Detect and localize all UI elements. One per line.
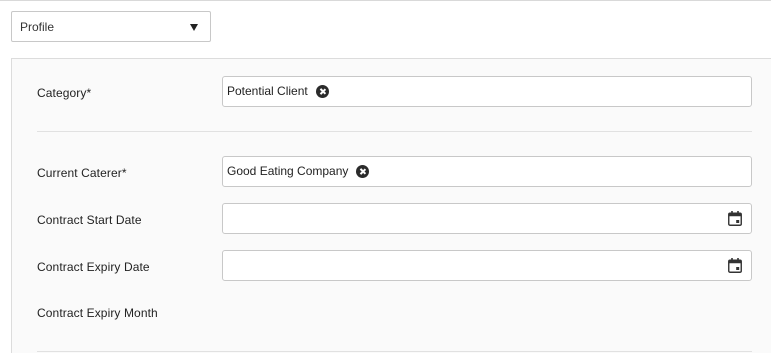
page: Profile Category* Potential Client Curre…: [0, 0, 771, 353]
contract-start-date-label: Contract Start Date: [37, 213, 142, 227]
contract-expiry-date-input[interactable]: [222, 250, 752, 281]
view-select-dropdown[interactable]: Profile: [11, 11, 211, 42]
clear-icon[interactable]: [356, 164, 370, 178]
current-caterer-chip-text: Good Eating Company: [227, 164, 349, 178]
clear-icon[interactable]: [315, 84, 329, 98]
current-caterer-field[interactable]: Good Eating Company: [222, 156, 752, 187]
category-chip: Potential Client: [227, 84, 329, 98]
contract-expiry-date-label: Contract Expiry Date: [37, 260, 150, 274]
category-field[interactable]: Potential Client: [222, 76, 752, 107]
section-divider: [37, 131, 752, 132]
section-divider: [37, 351, 752, 352]
current-caterer-label: Current Caterer*: [37, 166, 127, 180]
chevron-down-icon: [190, 24, 198, 31]
profile-panel: Category* Potential Client Current Cater…: [11, 58, 771, 353]
contract-expiry-month-label: Contract Expiry Month: [37, 306, 158, 320]
view-select-value: Profile: [20, 19, 55, 34]
calendar-icon[interactable]: [728, 258, 742, 273]
category-label: Category*: [37, 86, 92, 100]
contract-start-date-input[interactable]: [222, 203, 752, 234]
calendar-icon[interactable]: [728, 211, 742, 226]
category-chip-text: Potential Client: [227, 84, 308, 98]
current-caterer-chip: Good Eating Company: [227, 164, 370, 178]
